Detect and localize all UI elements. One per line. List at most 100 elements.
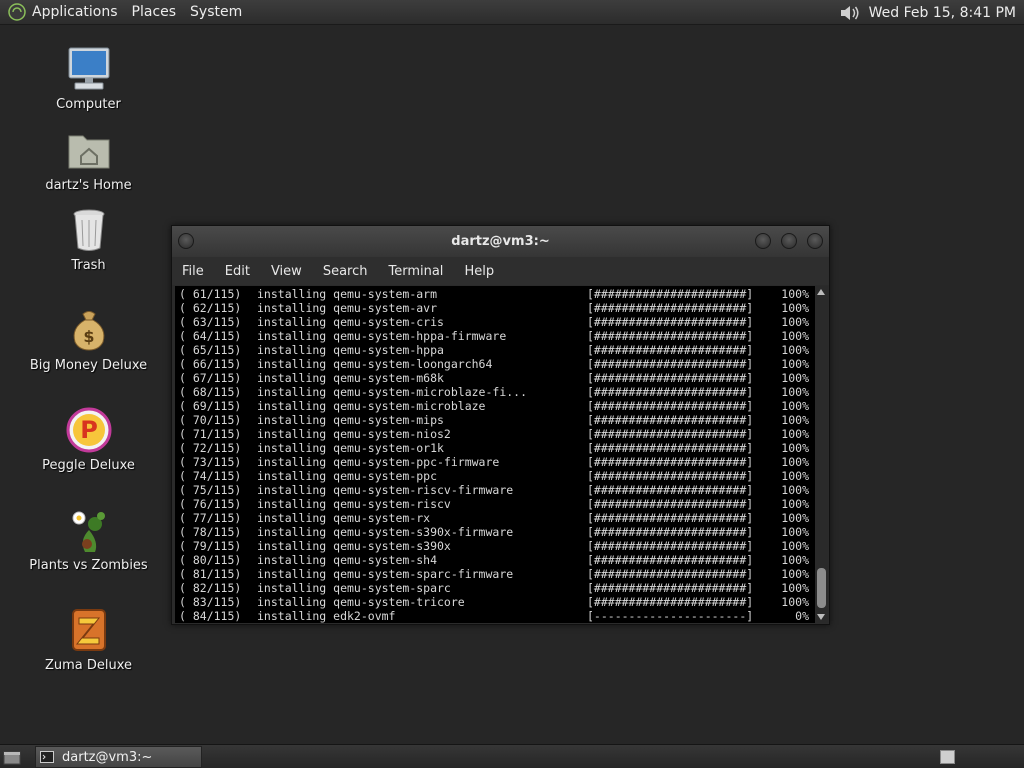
terminal-line: ( 75/115) installing qemu-system-riscv-fi… <box>179 483 815 497</box>
line-index: ( 63/115) <box>179 315 242 329</box>
terminal-line: ( 79/115) installing qemu-system-s390x [##… <box>179 539 815 553</box>
menu-search[interactable]: Search <box>323 264 368 279</box>
trash-icon <box>73 209 104 251</box>
terminal-line: ( 69/115) installing qemu-system-microbla… <box>179 399 815 413</box>
desktop-icon-label: Computer <box>56 97 121 112</box>
desktop-icon-zuma[interactable]: Zuma Deluxe <box>18 606 159 673</box>
progress-bar-text: [######################] <box>587 469 754 483</box>
desktop-icon-label: Zuma Deluxe <box>44 658 133 673</box>
line-text: installing qemu-system-s390x <box>257 539 451 553</box>
progress-percent: 100% <box>781 371 809 385</box>
maximize-button[interactable] <box>781 233 797 249</box>
progress-bar-text: [######################] <box>587 483 754 497</box>
taskbar-window-terminal[interactable]: dartz@vm3:~ <box>35 746 202 768</box>
line-text: installing qemu-system-tricore <box>257 595 465 609</box>
minimize-button[interactable] <box>755 233 771 249</box>
progress-bar-text: [######################] <box>587 595 754 609</box>
progress-percent: 100% <box>781 385 809 399</box>
progress-percent: 100% <box>781 511 809 525</box>
desktop-icon-home[interactable]: dartz's Home <box>18 126 159 193</box>
window-title: dartz@vm3:~ <box>451 234 550 249</box>
line-index: ( 62/115) <box>179 301 242 315</box>
progress-bar-text: [######################] <box>587 329 754 343</box>
terminal-output[interactable]: ( 61/115) installing qemu-system-arm [####… <box>175 286 815 623</box>
progress-bar-text: [######################] <box>587 357 754 371</box>
terminal-line: ( 83/115) installing qemu-system-tricore [… <box>179 595 815 609</box>
menu-applications[interactable]: Applications <box>32 4 118 20</box>
terminal-line: ( 67/115) installing qemu-system-m68k [###… <box>179 371 815 385</box>
progress-bar-text: [######################] <box>587 399 754 413</box>
progress-percent: 100% <box>781 301 809 315</box>
terminal-line: ( 72/115) installing qemu-system-or1k [###… <box>179 441 815 455</box>
desktop-icon-label: dartz's Home <box>45 178 132 193</box>
terminal-line: ( 64/115) installing qemu-system-hppa-fir… <box>179 329 815 343</box>
line-index: ( 73/115) <box>179 455 242 469</box>
menu-edit[interactable]: Edit <box>225 264 250 279</box>
line-text: installing qemu-system-hppa <box>257 343 444 357</box>
scrollbar-thumb[interactable] <box>817 568 826 608</box>
line-index: ( 84/115) <box>179 609 242 623</box>
line-index: ( 77/115) <box>179 511 242 525</box>
progress-bar-text: [######################] <box>587 525 754 539</box>
menu-help[interactable]: Help <box>464 264 494 279</box>
desktop-icon-peggle[interactable]: P Peggle Deluxe <box>18 406 159 473</box>
desktop-icon-big-money[interactable]: $ Big Money Deluxe <box>18 306 159 373</box>
progress-bar-text: [######################] <box>587 301 754 315</box>
line-index: ( 82/115) <box>179 581 242 595</box>
progress-percent: 100% <box>781 595 809 609</box>
terminal-line: ( 80/115) installing qemu-system-sh4 [####… <box>179 553 815 567</box>
line-text: installing qemu-system-microblaze <box>257 399 486 413</box>
terminal-window[interactable]: dartz@vm3:~ File Edit View Search Termin… <box>171 225 830 625</box>
progress-bar-text: [----------------------] <box>587 609 754 623</box>
line-index: ( 67/115) <box>179 371 242 385</box>
terminal-line: ( 84/115) installing edk2-ovmf [----------… <box>179 609 815 623</box>
menu-view[interactable]: View <box>271 264 302 279</box>
terminal-line: ( 65/115) installing qemu-system-hppa [###… <box>179 343 815 357</box>
zuma-icon <box>71 609 106 651</box>
line-text: installing qemu-system-sparc <box>257 581 451 595</box>
line-index: ( 83/115) <box>179 595 242 609</box>
terminal-line: ( 78/115) installing qemu-system-s390x-fi… <box>179 525 815 539</box>
line-text: installing qemu-system-riscv <box>257 497 451 511</box>
line-text: installing qemu-system-mips <box>257 413 444 427</box>
menu-terminal[interactable]: Terminal <box>388 264 443 279</box>
scroll-up-arrow-icon[interactable] <box>817 289 825 295</box>
line-index: ( 74/115) <box>179 469 242 483</box>
terminal-menubar: File Edit View Search Terminal Help <box>172 257 829 285</box>
workspace-switcher[interactable] <box>940 750 955 764</box>
line-index: ( 78/115) <box>179 525 242 539</box>
terminal-line: ( 71/115) installing qemu-system-nios2 [##… <box>179 427 815 441</box>
progress-bar-text: [######################] <box>587 385 754 399</box>
line-text: installing qemu-system-microblaze-fi... <box>257 385 528 399</box>
terminal-scrollbar[interactable] <box>815 286 828 623</box>
desktop-icon-label: Trash <box>71 258 106 273</box>
desktop-icon-label: Big Money Deluxe <box>29 358 148 373</box>
desktop-icon-plants-vs-zombies[interactable]: Plants vs Zombies <box>18 506 159 573</box>
window-menu-button[interactable] <box>178 233 194 249</box>
line-text: installing qemu-system-avr <box>257 301 438 315</box>
menu-system[interactable]: System <box>190 4 242 20</box>
desktop-icon-label: Peggle Deluxe <box>42 458 135 473</box>
desktop-icon-computer[interactable]: Computer <box>18 45 159 112</box>
scroll-down-arrow-icon[interactable] <box>817 614 825 620</box>
menu-file[interactable]: File <box>182 264 204 279</box>
line-index: ( 70/115) <box>179 413 242 427</box>
distro-logo-icon[interactable] <box>7 2 27 22</box>
progress-percent: 100% <box>781 469 809 483</box>
volume-icon[interactable] <box>839 3 861 23</box>
svg-text:P: P <box>80 416 98 444</box>
show-desktop-icon[interactable] <box>3 749 21 765</box>
desktop-icon-trash[interactable]: Trash <box>18 206 159 273</box>
close-button[interactable] <box>807 233 823 249</box>
line-index: ( 72/115) <box>179 441 242 455</box>
line-index: ( 79/115) <box>179 539 242 553</box>
window-titlebar[interactable]: dartz@vm3:~ <box>172 226 829 257</box>
menu-places[interactable]: Places <box>132 4 177 20</box>
line-text: installing qemu-system-ppc <box>257 469 438 483</box>
line-index: ( 68/115) <box>179 385 242 399</box>
clock[interactable]: Wed Feb 15, 8:41 PM <box>869 5 1016 21</box>
line-text: installing qemu-system-hppa-firmware <box>257 329 507 343</box>
line-index: ( 65/115) <box>179 343 242 357</box>
progress-bar-text: [######################] <box>587 413 754 427</box>
line-index: ( 81/115) <box>179 567 242 581</box>
